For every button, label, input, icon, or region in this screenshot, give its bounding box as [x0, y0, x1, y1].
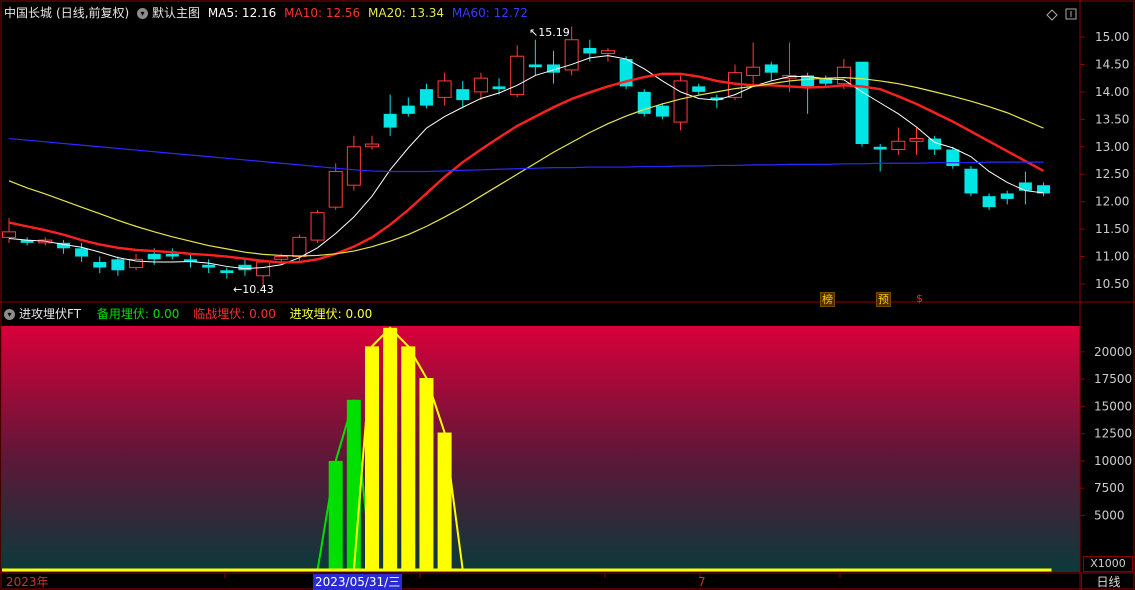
indicator-tick-label: 10000 [1094, 454, 1132, 468]
candle-body[interactable] [692, 86, 706, 92]
price-tick-label: 11.00 [1095, 250, 1129, 264]
candle-body[interactable] [600, 50, 615, 54]
price-tick-label: 11.50 [1095, 222, 1129, 236]
indicator-tick-label: 5000 [1094, 508, 1125, 522]
indicator-bar[interactable] [437, 432, 452, 570]
candle-body[interactable] [274, 256, 289, 260]
candle-body[interactable] [746, 66, 761, 76]
candle-body[interactable] [836, 66, 851, 85]
candle-body[interactable] [346, 146, 361, 186]
year-label: 2023年 [6, 575, 49, 589]
indicator-tick-label: 15000 [1094, 399, 1132, 413]
ma-line-ma60 [8, 137, 1044, 173]
candle-body[interactable] [401, 105, 415, 114]
price-pane [2, 26, 1051, 288]
candle-body[interactable] [111, 259, 125, 271]
candle-body[interactable] [891, 140, 906, 151]
indicator-tick-label: 7500 [1094, 481, 1125, 495]
candle-body[interactable] [456, 89, 470, 101]
candle-body[interactable] [365, 143, 379, 148]
candle-body[interactable] [419, 89, 433, 106]
indicator-bar[interactable] [401, 346, 416, 570]
candle-body[interactable] [437, 80, 452, 98]
candle-body[interactable] [855, 61, 869, 145]
stock-chart-window: 中国长城 (日线,前复权) ▾ 默认主图 MA5: 12.16 MA10: 12.5… [0, 0, 1135, 590]
price-tick-label: 12.00 [1095, 195, 1129, 209]
price-tick-label: 15.00 [1095, 30, 1129, 44]
candle-body[interactable] [147, 253, 161, 260]
candle-body[interactable] [2, 231, 16, 238]
candle-body[interactable] [75, 248, 89, 257]
high-price-label: ↖15.19 [529, 26, 570, 39]
price-tick-label: 12.50 [1095, 167, 1129, 181]
low-price-value: 10.43 [242, 283, 274, 296]
high-price-value: 15.19 [538, 26, 570, 39]
cursor-date: 2023/05/31/三 [313, 574, 403, 590]
candle-body[interactable] [946, 149, 960, 166]
unit-label: X1000 [1083, 556, 1133, 572]
candle-body[interactable] [256, 261, 271, 277]
candle-body[interactable] [473, 77, 488, 93]
indicator-bar[interactable] [346, 399, 361, 570]
price-tick-label: 14.00 [1095, 85, 1129, 99]
candle-body[interactable] [583, 47, 597, 54]
low-price-label: ←10.43 [233, 283, 274, 296]
chart-canvas[interactable]: 10.50 11.00 11.50 12.00 12.50 13.00 13.50 14.00… [0, 0, 1135, 590]
month-label: 7 [698, 575, 706, 589]
indicator-bar[interactable] [383, 327, 398, 570]
indicator-tick-label: 17500 [1094, 372, 1132, 386]
price-tick-label: 13.00 [1095, 140, 1129, 154]
candle-body[interactable] [909, 138, 924, 142]
candle-body[interactable] [492, 86, 506, 90]
indicator-bar[interactable] [328, 460, 343, 570]
price-tick-label: 14.50 [1095, 57, 1129, 71]
candle-body[interactable] [310, 212, 325, 241]
candle-body[interactable] [764, 64, 778, 73]
period-button[interactable]: 日线 [1081, 574, 1135, 590]
candle-body[interactable] [202, 264, 216, 268]
ma-line-ma20 [8, 77, 1044, 257]
candle-body[interactable] [1018, 182, 1032, 191]
candle-body[interactable] [1000, 193, 1014, 199]
candle-body[interactable] [165, 253, 179, 257]
indicator-tick-label: 20000 [1094, 345, 1132, 359]
candle-body[interactable] [220, 270, 234, 274]
dollar-badge[interactable]: $ [915, 292, 924, 305]
candle-body[interactable] [328, 170, 343, 208]
indicator-bar[interactable] [419, 378, 434, 570]
candle-body[interactable] [292, 236, 307, 258]
candle-body[interactable] [510, 55, 525, 96]
indicator-tick-label: 12500 [1094, 427, 1132, 441]
candle-body[interactable] [673, 80, 688, 123]
price-tick-label: 10.50 [1095, 277, 1129, 291]
indicator-bar[interactable] [365, 346, 379, 570]
candle-body[interactable] [655, 105, 669, 117]
list-badge[interactable]: 榜 [820, 292, 835, 307]
candle-body[interactable] [93, 262, 107, 268]
candle-body[interactable] [964, 168, 978, 194]
candle-body[interactable] [383, 113, 397, 128]
candle-body[interactable] [982, 196, 996, 208]
forecast-badge[interactable]: 预 [876, 292, 891, 307]
ma-line-ma5 [8, 55, 1044, 270]
indicator-pane-background [1, 326, 1080, 572]
candle-body[interactable] [528, 64, 542, 68]
price-tick-label: 13.50 [1095, 112, 1129, 126]
candle-body[interactable] [873, 146, 887, 150]
candle-body[interactable] [238, 264, 252, 271]
